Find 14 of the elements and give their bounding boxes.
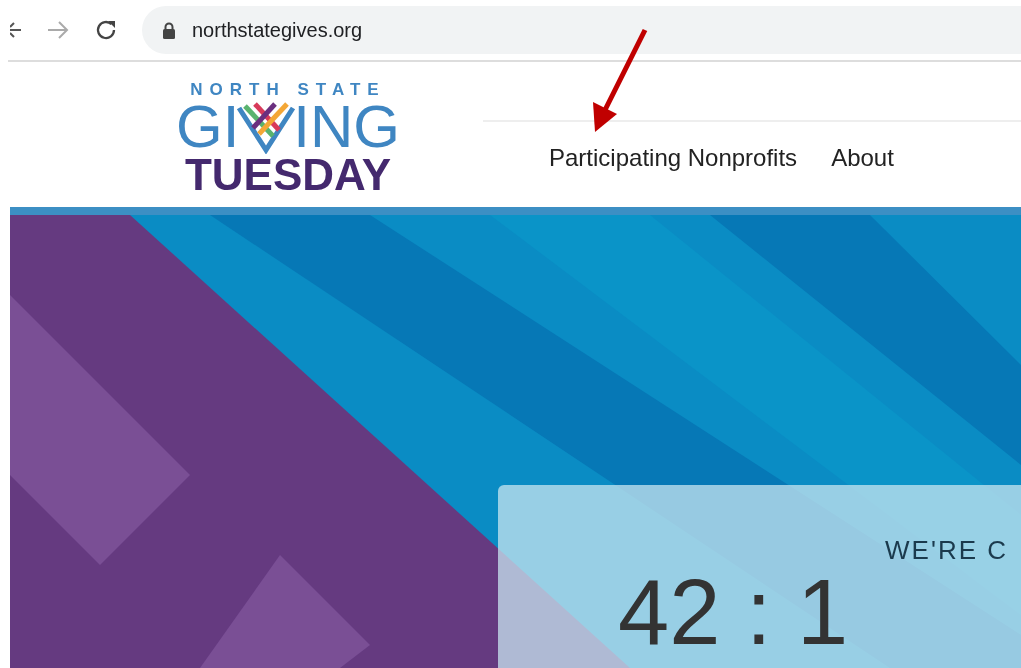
lock-icon [162,21,176,39]
url-text: northstategives.org [192,18,363,42]
heart-icon [235,100,298,154]
nav-link[interactable]: Participating Nonprofits [549,144,798,172]
countdown-timer: 42 : 1 [617,562,849,662]
countdown-heading: WE'RE C [885,535,1008,566]
nav-link[interactable]: About [831,144,894,172]
logo-text: NORTH STATE [190,80,386,100]
logo-text: GI [176,101,240,153]
logo-text: TUESDAY [184,154,392,196]
logo-text: ING [293,101,400,153]
reload-icon[interactable] [94,18,118,42]
back-icon[interactable] [10,20,22,40]
address-bar[interactable]: northstategives.org [142,6,1021,54]
